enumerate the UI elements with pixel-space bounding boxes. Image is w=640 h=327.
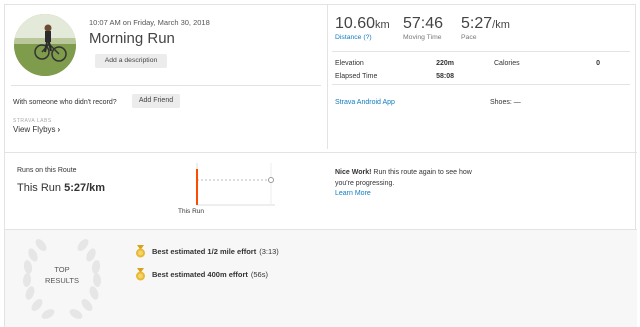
gold-medal-icon bbox=[136, 245, 145, 258]
this-run-label: This Run bbox=[17, 182, 62, 194]
route-chart bbox=[196, 163, 275, 206]
this-run-bar bbox=[196, 169, 198, 205]
route-section-title: Runs on this Route bbox=[17, 167, 77, 174]
section-divider bbox=[5, 152, 637, 153]
gold-medal-icon bbox=[136, 268, 145, 281]
achievement-detail: (56s) bbox=[250, 270, 268, 279]
top-results-line-1: TOP bbox=[54, 265, 70, 274]
athlete-avatar[interactable] bbox=[14, 14, 76, 76]
activity-timestamp: 10:07 AM on Friday, March 30, 2018 bbox=[89, 18, 210, 27]
distance-info-link[interactable]: Distance (?) bbox=[335, 34, 390, 41]
view-flybys-label: View Flybys bbox=[13, 125, 56, 134]
elapsed-time-value: 58:08 bbox=[436, 73, 454, 80]
pace-unit: /km bbox=[492, 19, 510, 31]
activity-title: Morning Run bbox=[89, 30, 175, 47]
distance-value: 10.60 bbox=[335, 15, 376, 32]
this-run-summary: This Run 5:27/km bbox=[17, 182, 105, 194]
progress-message: Nice Work! Run this route again to see h… bbox=[335, 168, 475, 189]
elevation-value: 220m bbox=[436, 60, 454, 67]
activity-page: 10:07 AM on Friday, March 30, 2018 Morni… bbox=[4, 4, 637, 327]
calories-value: 0 bbox=[596, 60, 600, 67]
shoes-info: Shoes: — bbox=[490, 99, 521, 106]
chart-caption: This Run bbox=[178, 208, 205, 215]
elapsed-time-label: Elapsed Time bbox=[335, 73, 378, 80]
top-results-badge: TOP RESULTS bbox=[35, 264, 89, 286]
strava-labs-label: STRAVA LABS bbox=[13, 118, 52, 124]
distance-stat: 10.60km Distance (?) bbox=[335, 15, 390, 41]
view-flybys-link[interactable]: View Flybys › bbox=[13, 125, 60, 134]
calories-label: Calories bbox=[494, 60, 520, 67]
nice-work-heading: Nice Work! bbox=[335, 169, 372, 176]
device-link[interactable]: Strava Android App bbox=[335, 99, 395, 106]
pace-value: 5:27 bbox=[461, 15, 493, 32]
chart-point bbox=[268, 177, 274, 183]
learn-more-link[interactable]: Learn More bbox=[335, 190, 371, 197]
chevron-right-icon: › bbox=[57, 125, 61, 134]
top-results-line-2: RESULTS bbox=[44, 276, 80, 285]
pace-stat: 5:27/km Pace bbox=[461, 15, 510, 41]
distance-unit: km bbox=[375, 19, 390, 31]
elevation-label: Elevation bbox=[335, 60, 364, 67]
achievement-detail: (3:13) bbox=[259, 247, 279, 256]
this-run-pace: 5:27/km bbox=[64, 182, 106, 194]
add-description-button[interactable]: Add a description bbox=[95, 54, 167, 68]
friend-prompt: With someone who didn't record? bbox=[13, 99, 117, 106]
moving-time-label: Moving Time bbox=[403, 34, 442, 41]
moving-time-value: 57:46 bbox=[403, 15, 444, 32]
add-friend-button[interactable]: Add Friend bbox=[132, 94, 180, 108]
divider bbox=[11, 85, 321, 86]
divider bbox=[332, 84, 630, 85]
achievement-title: Best estimated 400m effort bbox=[152, 270, 248, 279]
pace-label: Pace bbox=[461, 34, 477, 41]
moving-time-stat: 57:46 Moving Time bbox=[403, 15, 443, 41]
achievement-item[interactable]: Best estimated 400m effort (56s) bbox=[135, 268, 268, 281]
achievement-title: Best estimated 1/2 mile effort bbox=[152, 247, 257, 256]
divider bbox=[332, 51, 630, 52]
stats-panel: 10.60km Distance (?) 57:46 Moving Time 5… bbox=[327, 5, 637, 149]
achievement-item[interactable]: Best estimated 1/2 mile effort (3:13) bbox=[135, 245, 279, 258]
